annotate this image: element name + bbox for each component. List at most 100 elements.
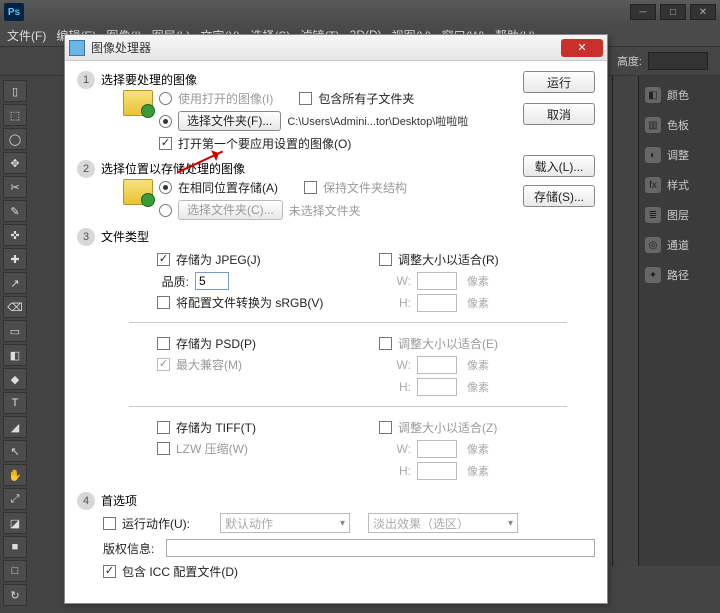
save-jpeg-check[interactable]	[157, 253, 170, 266]
step-number-2: 2	[77, 160, 95, 178]
dialog-close-button[interactable]: ✕	[561, 39, 603, 57]
panel-item[interactable]: ◎通道	[639, 232, 720, 258]
tiff-lzw-check[interactable]	[157, 442, 170, 455]
jpeg-w-input[interactable]	[417, 272, 457, 290]
panel-item[interactable]: ≣图层	[639, 202, 720, 228]
save-psd-check[interactable]	[157, 337, 170, 350]
load-button[interactable]: 载入(L)...	[523, 155, 595, 177]
select-folder-radio[interactable]	[159, 115, 172, 128]
select-save-folder-button[interactable]: 选择文件夹(C)...	[178, 200, 283, 220]
panel-icon: ≣	[645, 207, 661, 223]
run-button[interactable]: 运行	[523, 71, 595, 93]
panel-item[interactable]: ✦路径	[639, 262, 720, 288]
minimize-button[interactable]: ─	[630, 4, 656, 20]
tool-button[interactable]: ▭	[3, 320, 27, 342]
same-location-label: 在相同位置存储(A)	[178, 179, 278, 196]
tool-button[interactable]: ✚	[3, 248, 27, 270]
dialog-titlebar: 图像处理器 ✕	[65, 35, 607, 61]
menu-item[interactable]: 文件(F)	[2, 27, 51, 44]
tiff-h-label: H:	[379, 464, 411, 478]
select-save-folder-radio[interactable]	[159, 204, 172, 217]
psd-h-label: H:	[379, 380, 411, 394]
keep-structure-check[interactable]	[304, 181, 317, 194]
height-input[interactable]	[648, 52, 708, 70]
include-subfolders-check[interactable]	[299, 92, 312, 105]
tiff-w-label: W:	[379, 442, 411, 456]
panel-icon: ◐	[645, 147, 661, 163]
save-tiff-check[interactable]	[157, 421, 170, 434]
copyright-label: 版权信息:	[103, 540, 154, 557]
psd-compat-check[interactable]	[157, 358, 170, 371]
folder-icon[interactable]	[123, 179, 153, 205]
tool-button[interactable]: ↖	[3, 440, 27, 462]
jpeg-resize-label: 调整大小以适合(R)	[398, 251, 499, 268]
tool-button[interactable]: ⌫	[3, 296, 27, 318]
folder-path-text: C:\Users\Admini...tor\Desktop\啦啦啦	[287, 113, 468, 129]
action-combo[interactable]: 淡出效果（选区）	[368, 513, 518, 533]
psd-w-input[interactable]	[417, 356, 457, 374]
tool-button[interactable]: ◪	[3, 512, 27, 534]
tool-button[interactable]: ✋	[3, 464, 27, 486]
tool-button[interactable]: ✥	[3, 152, 27, 174]
tool-button[interactable]: ✂	[3, 176, 27, 198]
action-set-combo[interactable]: 默认动作	[220, 513, 350, 533]
tool-button[interactable]: ↻	[3, 584, 27, 606]
tiff-resize-check[interactable]	[379, 421, 392, 434]
tiff-h-input[interactable]	[417, 462, 457, 480]
tools-palette: ▯⬚◯✥✂✎✜✚↗⌫▭◧◆T◢↖✋⤢◪■□↻	[0, 76, 30, 606]
maximize-button[interactable]: □	[660, 4, 686, 20]
tool-button[interactable]: ↗	[3, 272, 27, 294]
use-open-images-label: 使用打开的图像(I)	[178, 90, 273, 107]
section-preferences: 4 首选项 运行动作(U): 默认动作 淡出效果（选区） 版权信息:	[77, 492, 595, 580]
icc-check[interactable]	[103, 565, 116, 578]
open-first-check[interactable]	[159, 137, 172, 150]
jpeg-resize-check[interactable]	[379, 253, 392, 266]
tool-button[interactable]: ⤢	[3, 488, 27, 510]
tool-button[interactable]: ◧	[3, 344, 27, 366]
folder-icon[interactable]	[123, 90, 153, 116]
tiff-w-input[interactable]	[417, 440, 457, 458]
use-open-images-radio[interactable]	[159, 92, 172, 105]
jpeg-h-unit: 像素	[467, 295, 489, 311]
panel-label: 调整	[667, 147, 689, 163]
panel-strip	[612, 76, 638, 566]
tool-button[interactable]: ▯	[3, 80, 27, 102]
quality-input[interactable]	[195, 272, 229, 290]
save-button[interactable]: 存储(S)...	[523, 185, 595, 207]
dialog-icon	[69, 40, 85, 56]
select-folder-button[interactable]: 选择文件夹(F)...	[178, 111, 281, 131]
save-jpeg-label: 存储为 JPEG(J)	[176, 251, 261, 268]
cancel-button[interactable]: 取消	[523, 103, 595, 125]
psd-h-unit: 像素	[467, 379, 489, 395]
tool-button[interactable]: ◆	[3, 368, 27, 390]
tool-button[interactable]: T	[3, 392, 27, 414]
dialog-title: 图像处理器	[91, 39, 151, 56]
tool-button[interactable]: ⬚	[3, 104, 27, 126]
panel-label: 样式	[667, 177, 689, 193]
srgb-check[interactable]	[157, 296, 170, 309]
run-action-check[interactable]	[103, 517, 116, 530]
copyright-input[interactable]	[166, 539, 595, 557]
psd-resize-check[interactable]	[379, 337, 392, 350]
tool-button[interactable]: ✜	[3, 224, 27, 246]
tool-button[interactable]: □	[3, 560, 27, 582]
panel-item[interactable]: ◧颜色	[639, 82, 720, 108]
panel-item[interactable]: ◐ 调整	[639, 142, 720, 168]
psd-w-unit: 像素	[467, 357, 489, 373]
section3-title: 文件类型	[101, 230, 149, 244]
panel-item[interactable]: fx 样式	[639, 172, 720, 198]
tool-button[interactable]: ◯	[3, 128, 27, 150]
jpeg-w-label: W:	[379, 274, 411, 288]
jpeg-h-input[interactable]	[417, 294, 457, 312]
panel-label: 通道	[667, 237, 689, 253]
tool-button[interactable]: ■	[3, 536, 27, 558]
jpeg-w-unit: 像素	[467, 273, 489, 289]
tool-button[interactable]: ◢	[3, 416, 27, 438]
psd-compat-label: 最大兼容(M)	[176, 356, 242, 373]
tool-button[interactable]: ✎	[3, 200, 27, 222]
close-button[interactable]: ✕	[690, 4, 716, 20]
panel-icon: fx	[645, 177, 661, 193]
same-location-radio[interactable]	[159, 181, 172, 194]
panel-item[interactable]: ▥色板	[639, 112, 720, 138]
psd-h-input[interactable]	[417, 378, 457, 396]
